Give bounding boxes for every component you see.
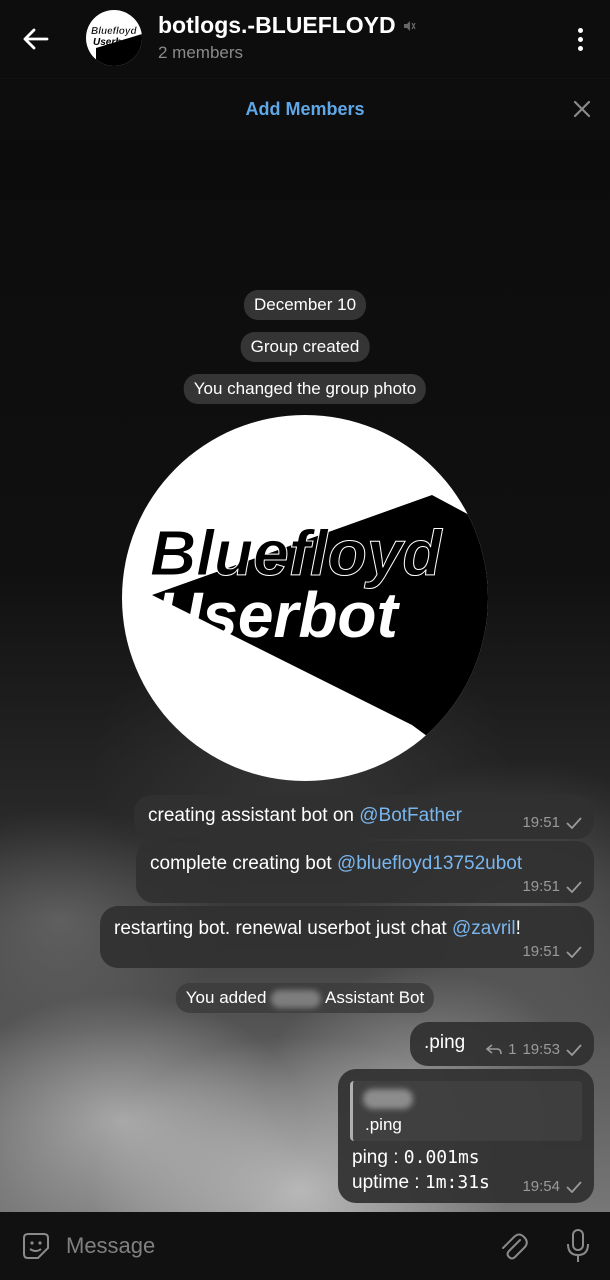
ping-label: ping : — [352, 1147, 404, 1168]
sent-check-icon — [566, 1043, 582, 1056]
muted-icon — [402, 12, 416, 39]
message-time: 19:51 — [522, 814, 560, 831]
reply-icon — [486, 1043, 502, 1054]
group-avatar[interactable]: Bluefloyd Userbot — [86, 10, 142, 66]
reply-count: 1 — [508, 1041, 517, 1058]
added-suffix: Assistant Bot — [325, 988, 425, 1007]
redacted-name — [271, 989, 322, 1008]
reply-line-ping: ping : 0.001ms — [352, 1147, 480, 1169]
reply-line-uptime: uptime : 1m:31s — [352, 1172, 490, 1194]
sent-check-icon — [566, 945, 582, 958]
added-prefix: You added — [185, 988, 267, 1007]
message-text: creating assistant bot on — [148, 805, 360, 826]
chat-header: Bluefloyd Userbot botlogs.-BLUEFLOYD 2 m… — [0, 0, 610, 78]
date-pill: December 10 — [243, 290, 367, 320]
uptime-value: 1m:31s — [424, 1172, 490, 1193]
message-time: 19:53 — [522, 1041, 560, 1058]
mention-link[interactable]: @zavril — [452, 918, 516, 939]
message-bubble[interactable]: .ping ping : 0.001ms uptime : 1m:31s 19:… — [338, 1069, 594, 1203]
service-message-group-created: Group created — [240, 332, 370, 362]
photo-text-2: Userbot — [156, 579, 401, 651]
message-bubble[interactable]: restarting bot. renewal userbot just cha… — [100, 906, 594, 968]
message-input-bar — [0, 1212, 610, 1280]
chat-title: botlogs.-BLUEFLOYD — [158, 12, 396, 38]
microphone-icon[interactable] — [564, 1228, 592, 1264]
message-meta: 19:51 — [522, 814, 582, 831]
message-meta: 1 19:53 — [486, 1041, 582, 1058]
redacted-sender — [363, 1089, 413, 1109]
sent-check-icon — [566, 1180, 582, 1193]
avatar-text-1: Bluefloyd — [91, 26, 137, 37]
message-time: 19:51 — [522, 943, 560, 960]
reply-quote[interactable]: .ping — [350, 1081, 582, 1141]
header-title-block[interactable]: botlogs.-BLUEFLOYD 2 members — [158, 12, 416, 63]
message-text: .ping — [424, 1032, 466, 1053]
message-time: 19:51 — [522, 878, 560, 895]
message-suffix: ! — [515, 918, 521, 939]
service-message-user-added: You added Assistant Bot — [175, 983, 435, 1013]
back-arrow-icon[interactable] — [18, 22, 54, 56]
group-photo[interactable]: Bluefloyd Userbot — [122, 415, 488, 781]
add-members-button[interactable]: Add Members — [0, 99, 610, 120]
sticker-emoji-icon[interactable] — [20, 1230, 52, 1262]
message-time: 19:54 — [522, 1178, 560, 1195]
message-meta: 19:51 — [522, 943, 582, 960]
sent-check-icon — [566, 816, 582, 829]
message-bubble[interactable]: creating assistant bot on @BotFather 19:… — [134, 795, 594, 839]
sent-check-icon — [566, 880, 582, 893]
attach-icon[interactable] — [498, 1230, 528, 1262]
avatar-text-2: Userbot — [93, 37, 131, 48]
mention-link[interactable]: @BotFather — [359, 805, 462, 826]
mention-link[interactable]: @bluefloyd13752ubot — [337, 853, 522, 874]
member-count: 2 members — [158, 43, 244, 62]
quote-text: .ping — [365, 1115, 402, 1134]
service-message-photo-changed: You changed the group photo — [183, 374, 427, 404]
message-bubble[interactable]: complete creating bot @bluefloyd13752ubo… — [136, 841, 594, 903]
ping-value: 0.001ms — [403, 1147, 480, 1168]
more-menu-icon[interactable] — [568, 22, 592, 56]
message-meta: 19:51 — [522, 878, 582, 895]
message-text: complete creating bot — [150, 853, 337, 874]
message-meta: 19:54 — [522, 1178, 582, 1195]
close-icon[interactable] — [570, 97, 594, 121]
uptime-label: uptime : — [352, 1172, 425, 1193]
add-members-bar: Add Members — [0, 78, 610, 140]
message-text: restarting bot. renewal userbot just cha… — [114, 918, 452, 939]
message-input[interactable] — [66, 1232, 466, 1260]
message-bubble[interactable]: .ping 1 19:53 — [410, 1022, 594, 1066]
chat-area[interactable]: December 10 Group created You changed th… — [0, 140, 610, 1212]
